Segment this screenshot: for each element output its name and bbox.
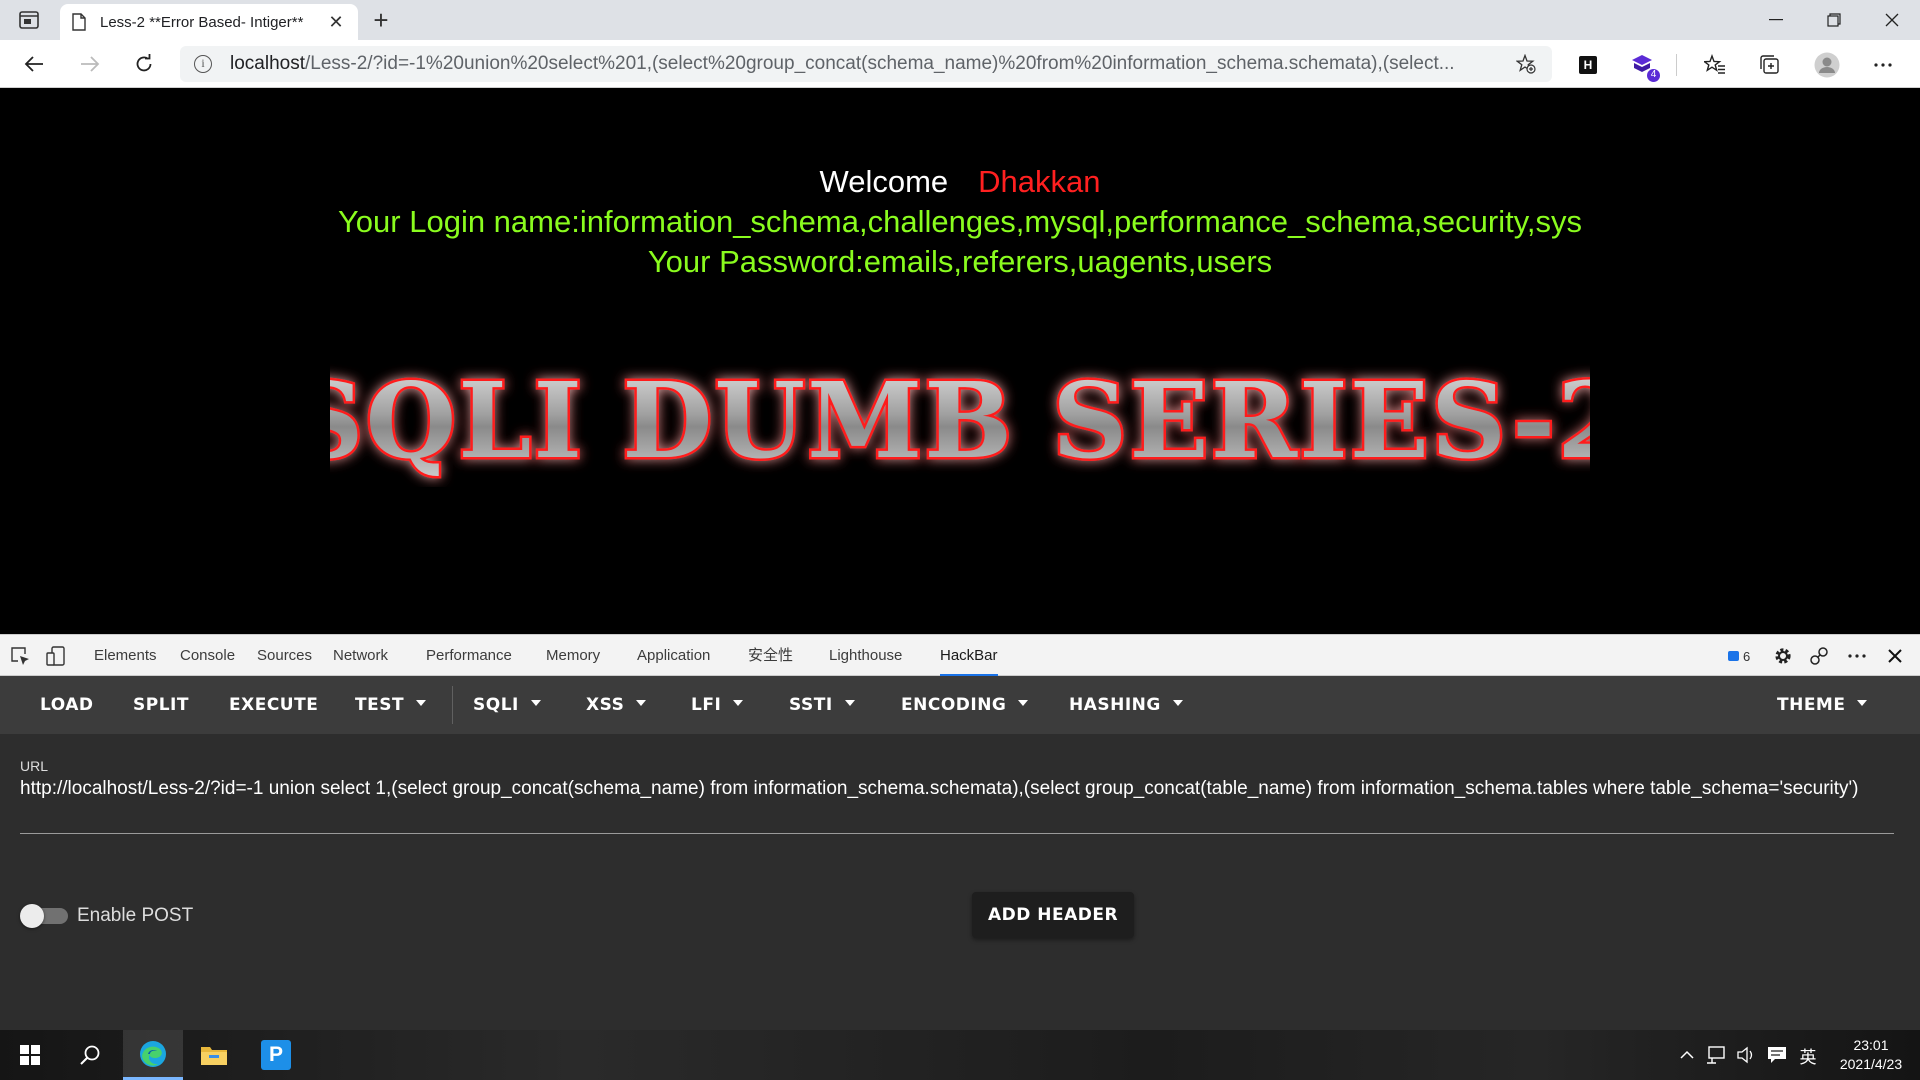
welcome-user: Dhakkan — [978, 164, 1101, 199]
dropdown-caret-icon — [733, 700, 744, 706]
network-icon[interactable] — [1702, 1030, 1730, 1080]
hackbar-hashing-button[interactable]: HASHING — [1069, 676, 1183, 734]
extension-shield-icon[interactable]: 4 — [1630, 52, 1661, 83]
devtools-tab-4[interactable]: Network — [333, 635, 388, 676]
hackbar-panel: URL http://localhost/Less-2/?id=-1 union… — [0, 734, 1920, 1030]
devtools-tab-10[interactable]: HackBar — [940, 635, 998, 676]
ime-indicator[interactable]: 英 — [1794, 1030, 1822, 1080]
show-hidden-icons-icon[interactable] — [1674, 1030, 1700, 1080]
file-explorer-icon[interactable] — [184, 1030, 244, 1080]
browser-tab-active[interactable]: Less-2 **Error Based- Intiger** ✕ — [60, 4, 358, 40]
device-emulation-icon[interactable] — [45, 645, 67, 667]
collections-icon[interactable] — [1757, 52, 1783, 78]
password-line: Your Password:emails,referers,uagents,us… — [647, 244, 1273, 279]
forward-icon[interactable] — [74, 48, 106, 80]
start-windows-icon[interactable] — [0, 1030, 60, 1080]
hackbar-toolbar: LOAD SPLIT EXECUTE TEST SQLI XSS LFI SSTI ENCODI… — [0, 676, 1920, 734]
minimize-icon[interactable] — [1748, 0, 1804, 40]
dropdown-caret-icon — [530, 700, 541, 706]
dropdown-caret-icon — [1172, 700, 1183, 706]
hackbar-lfi-button[interactable]: LFI — [691, 676, 744, 734]
login-name-line: Your Login name:information_schema,chall… — [337, 204, 1583, 239]
url-input-underline — [20, 833, 1894, 834]
url-input[interactable]: http://localhost/Less-2/?id=-1 union sel… — [20, 778, 1900, 800]
issues-icon — [1728, 651, 1739, 661]
app-p-icon[interactable]: P — [246, 1030, 306, 1080]
browser-tab-strip: Less-2 **Error Based- Intiger** ✕ + — [0, 0, 1920, 40]
hackbar-test-button[interactable]: TEST — [355, 676, 427, 734]
taskbar-clock[interactable]: 23:01 2021/4/23 — [1826, 1036, 1916, 1074]
tab-title: Less-2 **Error Based- Intiger** — [100, 13, 304, 31]
devtools-tab-6[interactable]: Memory — [546, 635, 600, 676]
welcome-text: Welcome — [819, 164, 949, 199]
dropdown-caret-icon — [1857, 700, 1868, 706]
toolbar-separator — [452, 686, 453, 724]
welcome-line: Welcome Dhakkan — [0, 164, 1920, 200]
devtools-tab-9[interactable]: Lighthouse — [829, 635, 902, 676]
hackbar-sqli-button[interactable]: SQLI — [473, 676, 541, 734]
devtools-tab-1[interactable]: Elements — [94, 635, 157, 676]
dropdown-caret-icon — [1018, 700, 1029, 706]
clock-date: 2021/4/23 — [1839, 1056, 1903, 1072]
hackbar-xss-button[interactable]: XSS — [586, 676, 647, 734]
devtools-tab-3[interactable]: Sources — [257, 635, 312, 676]
hackbar-ssti-button[interactable]: SSTI — [789, 676, 855, 734]
remote-devices-icon[interactable] — [1808, 645, 1830, 667]
dropdown-caret-icon — [636, 700, 647, 706]
add-header-button[interactable]: ADD HEADER — [972, 892, 1134, 938]
inspect-element-icon[interactable] — [9, 645, 31, 667]
devtools-tabbar: Elements Console Sources Network Performance… — [0, 634, 1920, 676]
settings-gear-icon[interactable] — [1772, 645, 1794, 667]
dropdown-caret-icon — [844, 700, 855, 706]
address-bar[interactable]: i localhost/Less-2/?id=-1%20union%20sele… — [180, 46, 1552, 82]
notification-icon[interactable] — [1762, 1030, 1792, 1080]
enable-post-label: Enable POST — [77, 905, 194, 926]
hackbar-extension-icon[interactable]: H — [1575, 52, 1601, 78]
refresh-icon[interactable] — [128, 48, 160, 80]
toolbar-divider — [1676, 54, 1677, 76]
close-tab-icon[interactable]: ✕ — [326, 12, 346, 33]
page-viewport: Welcome Dhakkan Your Login name:informati… — [0, 89, 1920, 634]
clock-time: 23:01 — [1853, 1037, 1889, 1053]
restore-icon[interactable] — [1806, 0, 1862, 40]
dropdown-caret-icon — [416, 700, 427, 706]
extension-badge: 4 — [1646, 68, 1661, 83]
volume-icon[interactable] — [1732, 1030, 1760, 1080]
search-icon[interactable] — [60, 1030, 120, 1080]
enable-post-toggle[interactable] — [20, 904, 68, 928]
address-url[interactable]: localhost/Less-2/?id=-1%20union%20select… — [230, 53, 1514, 75]
sqli-banner-logo: SQLI DUMB SERIES-2 — [330, 357, 1590, 485]
new-tab-button[interactable]: + — [366, 4, 396, 36]
banner-text: SQLI DUMB SERIES-2 — [330, 359, 1590, 482]
devtools-tab-2[interactable]: Console — [180, 635, 235, 676]
hackbar-theme-button[interactable]: THEME — [1777, 676, 1868, 734]
hackbar-load-button[interactable]: LOAD — [40, 676, 94, 734]
tab-actions-icon[interactable] — [18, 10, 40, 30]
page-icon — [72, 13, 86, 31]
devtools-tab-5[interactable]: Performance — [426, 635, 512, 676]
profile-avatar-icon[interactable] — [1814, 52, 1840, 78]
url-label: URL — [20, 758, 49, 774]
back-icon[interactable] — [18, 48, 50, 80]
close-window-icon[interactable] — [1864, 0, 1920, 40]
site-info-icon[interactable]: i — [194, 55, 212, 73]
devtools-tab-7[interactable]: Application — [637, 635, 710, 676]
close-devtools-icon[interactable] — [1884, 645, 1906, 667]
windows-taskbar: P 英 23:01 2021/4/23 — [0, 1030, 1920, 1080]
hackbar-execute-button[interactable]: EXECUTE — [229, 676, 318, 734]
hackbar-split-button[interactable]: SPLIT — [133, 676, 189, 734]
edge-browser-icon[interactable] — [123, 1030, 183, 1080]
issues-counter[interactable]: 6 — [1722, 646, 1756, 666]
devtools-tab-8[interactable]: 安全性 — [748, 635, 793, 676]
favorites-icon[interactable] — [1702, 52, 1728, 78]
devtools-more-icon[interactable] — [1846, 645, 1868, 667]
address-toolbar: i localhost/Less-2/?id=-1%20union%20sele… — [0, 40, 1920, 88]
add-favorite-icon[interactable] — [1514, 52, 1538, 76]
more-menu-icon[interactable] — [1870, 52, 1896, 78]
hackbar-encoding-button[interactable]: ENCODING — [901, 676, 1029, 734]
